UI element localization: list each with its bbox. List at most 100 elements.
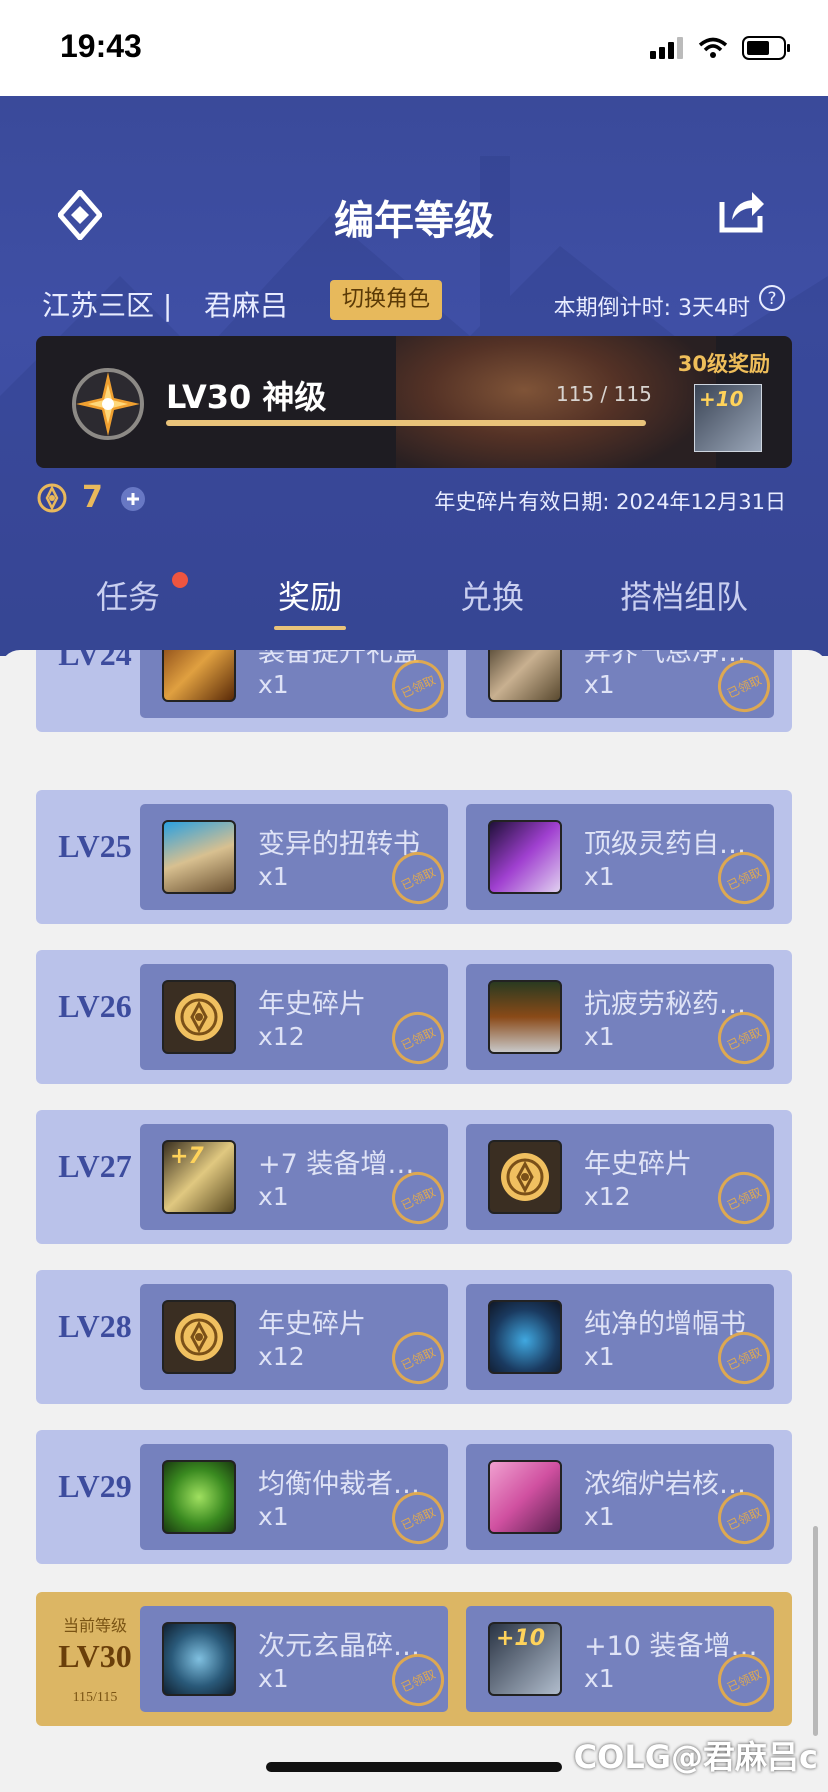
reward-item[interactable]: 均衡仲裁者… x1 已领取 bbox=[140, 1444, 448, 1550]
coin-row: 7 年史碎片有效日期: 2024年12月31日 bbox=[36, 480, 786, 520]
page-title: 编年等级 bbox=[334, 198, 494, 244]
chronicle-fragment-icon bbox=[488, 1140, 562, 1214]
chronicle-coin-icon bbox=[37, 483, 67, 513]
clock-time: 19:43 bbox=[60, 28, 142, 64]
header-section: 编年等级 江苏三区 | 君麻吕 切换角色 本期倒计时: 3天4时 ? LV30 … bbox=[0, 96, 828, 656]
reward-item[interactable]: 年史碎片 x12 已领取 bbox=[140, 964, 448, 1070]
level-reward-item[interactable]: +10 bbox=[694, 384, 762, 452]
countdown-text: 本期倒计时: 3天4时 bbox=[553, 296, 750, 321]
level-progress-bar bbox=[166, 420, 646, 426]
home-indicator[interactable] bbox=[266, 1762, 562, 1772]
status-bar: 19:43 bbox=[0, 0, 828, 96]
scroll-icon bbox=[488, 650, 562, 702]
chronicle-fragment-icon bbox=[162, 1300, 236, 1374]
level-progress-text: 115 / 115 bbox=[556, 382, 652, 406]
reward-item[interactable]: 次元玄晶碎… x1 已领取 bbox=[140, 1606, 448, 1712]
tab-partner-team[interactable]: 搭档组队 bbox=[620, 572, 748, 618]
coin-count: 7 bbox=[82, 480, 103, 515]
tab-rewards[interactable]: 奖励 bbox=[278, 572, 342, 618]
row-level-label: LV29 bbox=[58, 1468, 132, 1504]
wifi-icon bbox=[698, 37, 728, 58]
item-qty: x1 bbox=[584, 862, 615, 891]
tab-active-indicator bbox=[274, 626, 346, 630]
item-qty: x1 bbox=[258, 1182, 289, 1211]
reward-row-lv29: LV29 均衡仲裁者… x1 已领取 浓缩炉岩核… x1 已领取 bbox=[36, 1430, 792, 1564]
amplify-ticket-icon: +10 bbox=[488, 1622, 562, 1696]
server-label: 江苏三区 | bbox=[42, 289, 173, 322]
purple-chest-icon bbox=[488, 820, 562, 894]
item-qty: x1 bbox=[584, 1342, 615, 1371]
green-emblem-icon bbox=[162, 1460, 236, 1534]
book-icon bbox=[162, 820, 236, 894]
reward-badge: +10 bbox=[699, 387, 744, 411]
reward-item[interactable]: 纯净的增幅书 x1 已领取 bbox=[466, 1284, 774, 1390]
item-badge: +10 bbox=[496, 1626, 546, 1651]
reward-item[interactable]: 年史碎片 x12 已领取 bbox=[140, 1284, 448, 1390]
current-level-label: 当前等级 bbox=[62, 1616, 127, 1635]
item-qty: x1 bbox=[258, 1664, 289, 1693]
item-qty: x12 bbox=[584, 1182, 631, 1211]
crystal-pouch-icon bbox=[162, 1622, 236, 1696]
reward-row-lv25: LV25 变异的扭转书 x1 已领取 顶级灵药自… x1 已领取 bbox=[36, 790, 792, 924]
item-badge: +7 bbox=[170, 1144, 204, 1169]
level-card: LV30 神级 115 / 115 30级奖励 +10 bbox=[36, 336, 792, 468]
item-qty: x1 bbox=[258, 670, 289, 699]
compass-icon bbox=[72, 368, 144, 440]
reward-item[interactable]: 变异的扭转书 x1 已领取 bbox=[140, 804, 448, 910]
amplify-ticket-icon: +7 bbox=[162, 1140, 236, 1214]
reward-item[interactable]: 浓缩炉岩核… x1 已领取 bbox=[466, 1444, 774, 1550]
reward-item[interactable]: +7 +7 装备增幅券 x1 已领取 bbox=[140, 1124, 448, 1230]
reward-row-lv27: LV27 +7 +7 装备增幅券 x1 已领取 年史碎片 x12 已领取 bbox=[36, 1110, 792, 1244]
reward-item[interactable]: 异界气息净… x1 已领取 bbox=[466, 650, 774, 718]
tab-tasks[interactable]: 任务 bbox=[96, 572, 160, 618]
item-qty: x1 bbox=[584, 1502, 615, 1531]
reward-item[interactable]: +10 +10 装备增… x1 已领取 bbox=[466, 1606, 774, 1712]
reward-item[interactable]: 装备提升礼盒 x1 已领取 bbox=[140, 650, 448, 718]
item-qty: x1 bbox=[584, 670, 615, 699]
role-row: 江苏三区 | 君麻吕 切换角色 本期倒计时: 3天4时 ? bbox=[42, 280, 786, 328]
reward-item[interactable]: 抗疲劳秘药（… x1 已领取 bbox=[466, 964, 774, 1070]
current-level-progress: 115/115 bbox=[72, 1690, 118, 1705]
item-qty: x1 bbox=[258, 1502, 289, 1531]
row-level-label: LV28 bbox=[58, 1308, 132, 1344]
potion-bottle-icon bbox=[488, 980, 562, 1054]
reward-row-lv24: LV24 装备提升礼盒 x1 已领取 异界气息净… x1 已领取 bbox=[36, 650, 792, 732]
reward-row-lv26: LV26 年史碎片 x12 已领取 抗疲劳秘药（… x1 已领取 bbox=[36, 950, 792, 1084]
pink-chest-icon bbox=[488, 1460, 562, 1534]
coin-expiry-text: 年史碎片有效日期: 2024年12月31日 bbox=[434, 490, 786, 514]
item-qty: x1 bbox=[258, 862, 289, 891]
reward-item[interactable]: 顶级灵药自… x1 已领取 bbox=[466, 804, 774, 910]
row-level-label: LV24 bbox=[58, 650, 132, 672]
tab-exchange[interactable]: 兑换 bbox=[460, 572, 524, 618]
help-icon[interactable]: ? bbox=[758, 284, 786, 312]
reward-row-lv28: LV28 年史碎片 x12 已领取 纯净的增幅书 x1 已领取 bbox=[36, 1270, 792, 1404]
watermark: COLG@君麻吕c bbox=[573, 1738, 818, 1776]
tab-bar: 任务 奖励 兑换 搭档组队 bbox=[0, 572, 828, 632]
row-level-label: LV27 bbox=[58, 1148, 132, 1184]
row-level-label: LV30 bbox=[58, 1638, 132, 1674]
reward-list: LV24 装备提升礼盒 x1 已领取 异界气息净… x1 已领取 LV25 变异… bbox=[0, 650, 828, 1792]
signal-icon bbox=[650, 37, 683, 59]
share-icon[interactable] bbox=[716, 188, 766, 234]
status-icons bbox=[650, 36, 792, 60]
gift-box-icon bbox=[162, 650, 236, 702]
item-qty: x1 bbox=[584, 1664, 615, 1693]
reward-item[interactable]: 年史碎片 x12 已领取 bbox=[466, 1124, 774, 1230]
row-level-label: LV25 bbox=[58, 828, 132, 864]
current-level-text: LV30 神级 bbox=[166, 378, 327, 416]
item-qty: x12 bbox=[258, 1022, 305, 1051]
scrollbar[interactable] bbox=[813, 1526, 818, 1736]
svg-text:?: ? bbox=[767, 289, 776, 309]
row-level-label: LV26 bbox=[58, 988, 132, 1024]
role-name: 君麻吕 bbox=[204, 289, 289, 322]
blue-book-icon bbox=[488, 1300, 562, 1374]
tab-tasks-notification-dot bbox=[172, 572, 188, 588]
battery-icon bbox=[742, 36, 790, 60]
add-coin-icon[interactable] bbox=[120, 486, 146, 512]
level-progress-fill bbox=[166, 420, 646, 426]
level-reward-label: 30级奖励 bbox=[677, 352, 770, 376]
item-qty: x1 bbox=[584, 1022, 615, 1051]
switch-role-button[interactable]: 切换角色 bbox=[330, 280, 443, 320]
item-qty: x12 bbox=[258, 1342, 305, 1371]
reward-row-lv30-current: 当前等级 LV30 115/115 次元玄晶碎… x1 已领取 +10 +10 … bbox=[36, 1592, 792, 1726]
